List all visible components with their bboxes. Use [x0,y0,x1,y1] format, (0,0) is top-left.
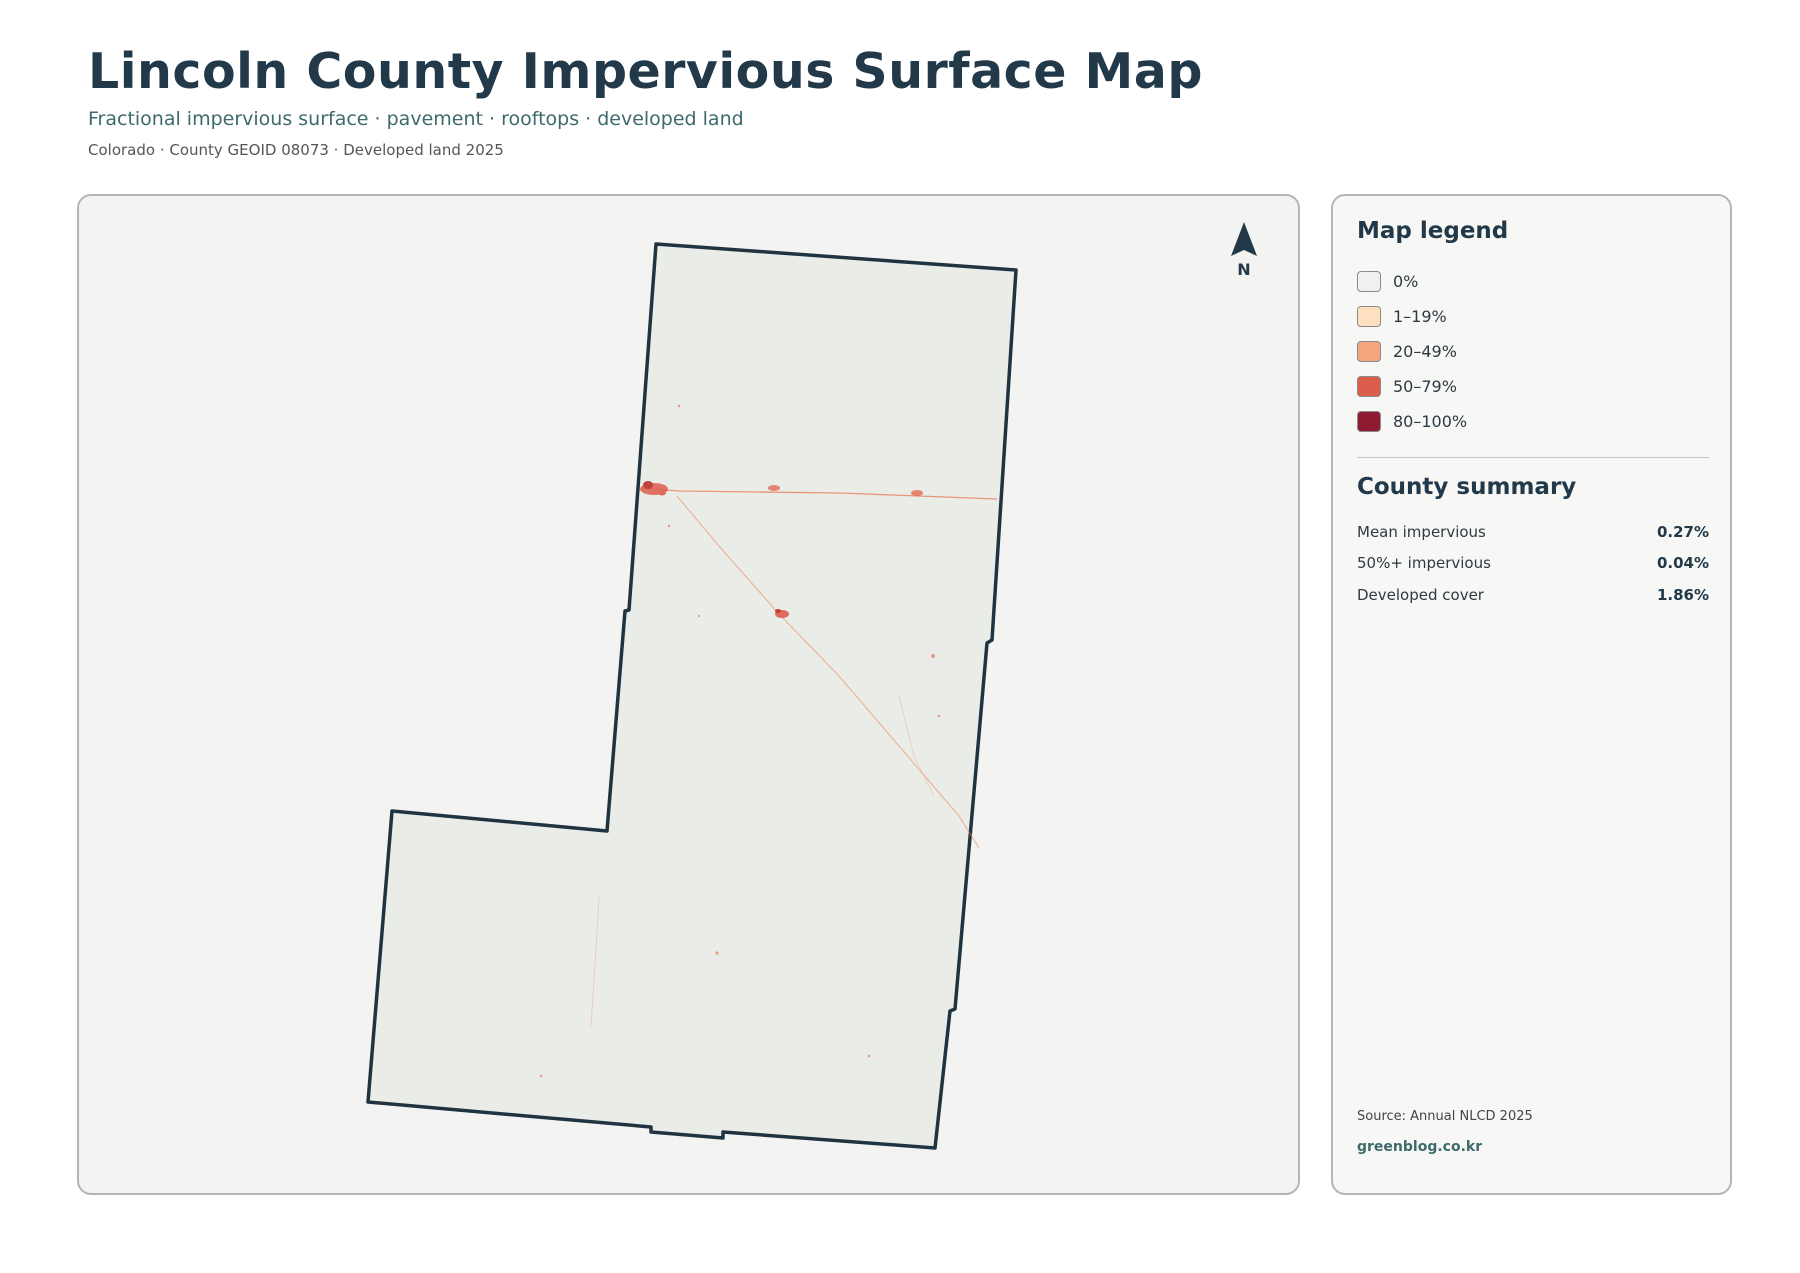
summary-value: 1.86% [1656,585,1709,604]
summary-row: Mean impervious 0.27% [1357,516,1709,548]
legend-swatch [1357,306,1381,327]
summary-list: Mean impervious 0.27% 50%+ impervious 0.… [1357,516,1709,611]
county-boundary [366,242,1018,1150]
header: Lincoln County Impervious Surface Map Fr… [88,43,1203,160]
summary-row: 50%+ impervious 0.04% [1357,548,1709,580]
map-subtitle: Fractional impervious surface · pavement… [88,108,744,131]
legend-swatch [1357,376,1381,397]
legend-item: 50–79% [1357,369,1467,404]
legend-label: 50–79% [1393,377,1457,396]
legend-label: 0% [1393,272,1419,291]
summary-label: 50%+ impervious [1357,554,1491,573]
legend-title: Map legend [1357,218,1509,244]
legend-label: 80–100% [1393,412,1468,431]
legend-swatch [1357,271,1381,292]
legend-item: 0% [1357,264,1467,299]
north-arrow: N [1222,222,1266,279]
summary-label: Mean impervious [1357,522,1486,541]
summary-row: Developed cover 1.86% [1357,579,1709,611]
summary-value: 0.27% [1656,522,1709,541]
summary-title: County summary [1357,474,1577,500]
impervious-town-arriba [911,490,923,496]
site-link[interactable]: greenblog.co.kr [1357,1139,1482,1155]
legend-swatch [1357,341,1381,362]
north-label: N [1237,260,1251,279]
impervious-town-genoa [768,485,780,491]
map-panel[interactable] [77,194,1300,1195]
legend-list: 0% 1–19% 20–49% 50–79% 80–100% [1357,264,1467,439]
legend-label: 1–19% [1393,307,1447,326]
legend-item: 1–19% [1357,299,1467,334]
map-title: Lincoln County Impervious Surface Map [88,43,1203,100]
divider [1357,457,1709,458]
map-meta: Colorado · County GEOID 08073 · Develope… [88,141,504,160]
side-panel: Map legend 0% 1–19% 20–49% 50–79% 80–100… [1331,194,1732,1195]
legend-swatch [1357,411,1381,432]
summary-value: 0.04% [1656,554,1709,573]
legend-item: 80–100% [1357,404,1467,439]
legend-item: 20–49% [1357,334,1467,369]
legend-label: 20–49% [1393,342,1457,361]
north-arrow-icon [1231,222,1257,256]
summary-label: Developed cover [1357,585,1484,604]
county-map[interactable] [79,196,1300,1195]
source-note: Source: Annual NLCD 2025 [1357,1109,1533,1124]
